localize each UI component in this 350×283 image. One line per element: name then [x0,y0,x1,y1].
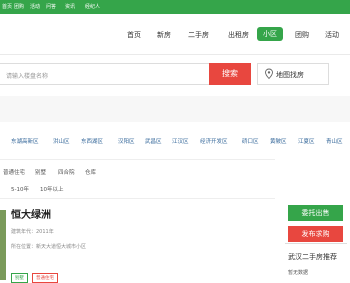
listing-tag: 普通住宅 [32,273,58,283]
map-pin-icon [265,68,273,80]
district-link[interactable]: 黄陂区 [270,137,287,145]
section-divider [0,96,350,122]
district-link[interactable]: 江汉区 [172,137,189,145]
divider [0,159,275,160]
map-search-button[interactable]: 地图找房 [257,63,329,85]
top-link-events[interactable]: 活动 [30,2,40,12]
top-link-news[interactable]: 资讯 [65,2,75,12]
listing-tag: 别墅 [11,273,28,283]
listing-address: 所在位置：新天大道恒大城市小区 [11,244,87,250]
entrust-sale-button[interactable]: 委托出售 [288,205,343,221]
district-link[interactable]: 东湖高新区 [11,137,39,145]
district-link[interactable]: 江夏区 [298,137,315,145]
district-link[interactable]: 武昌区 [145,137,162,145]
nav-item-home[interactable]: 首页 [127,30,141,40]
top-link-qa[interactable]: 问答 [46,2,56,12]
nav-item-groupbuy[interactable]: 团购 [295,30,309,40]
search-button[interactable]: 搜索 [209,63,251,85]
top-link-agents[interactable]: 经纪人 [85,2,100,12]
district-link[interactable]: 硚口区 [242,137,259,145]
district-link[interactable]: 洪山区 [53,137,70,145]
filter-type-option[interactable]: 四合院 [58,168,75,176]
sidebar-divider [285,243,347,244]
filter-age-option[interactable]: 10年以上 [40,185,64,193]
nav-item-rentals[interactable]: 出租房 [228,30,249,40]
search-placeholder: 请输入楼盘名称 [6,73,49,80]
top-link-groupbuy[interactable]: 团购 [14,2,24,12]
main-nav: 首页 新房 二手房 出租房 小区 团购 活动 [0,14,350,55]
nav-item-second-hand[interactable]: 二手房 [188,30,209,40]
post-request-button[interactable]: 发布求购 [288,226,343,242]
nav-item-new-homes[interactable]: 新房 [157,30,171,40]
filter-age-option[interactable]: 5-10年 [11,185,29,193]
nav-item-events[interactable]: 活动 [325,30,339,40]
listing-title[interactable]: 恒大绿洲 [11,206,51,221]
filter-type-option[interactable]: 普通住宅 [3,168,25,176]
sidebar-title: 武汉二手房推荐 [288,253,337,261]
map-search-label: 地图找房 [276,71,304,79]
sidebar-empty-text: 暂无数据 [288,270,309,276]
district-link[interactable]: 青山区 [326,137,343,145]
top-link-home[interactable]: 首页 [2,2,12,12]
divider [0,198,275,199]
district-link[interactable]: 经济开发区 [200,137,228,145]
top-bar: 首页 团购 活动 问答 资讯 经纪人 [0,0,350,14]
filter-type-option[interactable]: 别墅 [35,168,46,176]
filter-type-option[interactable]: 仓库 [85,168,96,176]
district-link[interactable]: 东西湖区 [81,137,103,145]
district-link[interactable]: 汉阳区 [118,137,135,145]
listing-built-year: 建筑年代：2011年 [11,229,54,235]
listing-thumbnail[interactable] [0,210,6,280]
nav-item-communities[interactable]: 小区 [257,27,283,41]
search-input[interactable]: 请输入楼盘名称 [0,63,210,85]
